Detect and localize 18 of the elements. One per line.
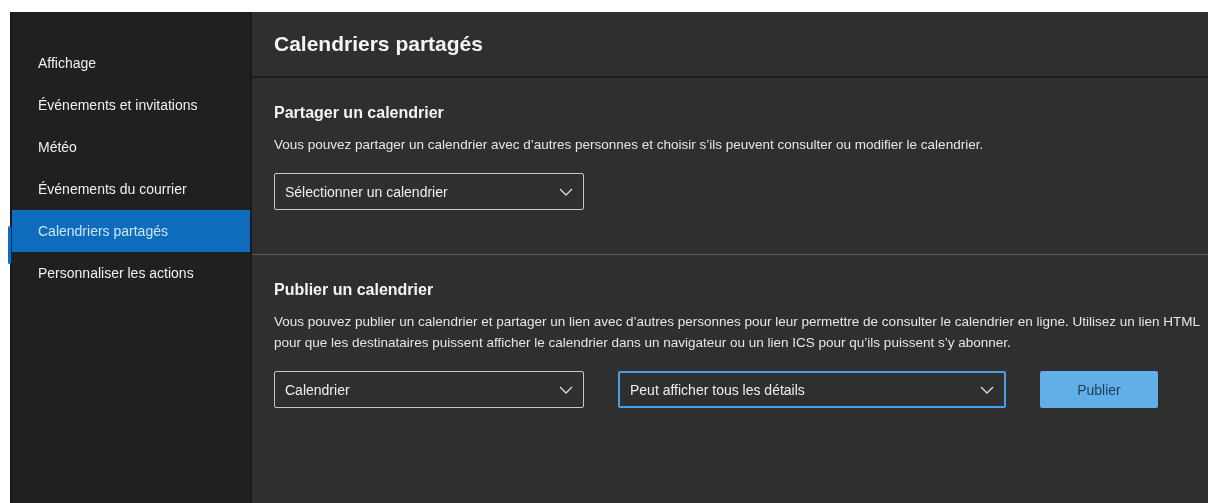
sidebar-item[interactable]: Événements et invitations <box>12 84 250 126</box>
chevron-down-icon <box>980 385 994 394</box>
sidebar-item[interactable]: Événements du courrier <box>12 168 250 210</box>
page-title: Calendriers partagés <box>274 32 483 56</box>
chevron-down-icon <box>559 385 573 394</box>
sidebar-item[interactable]: Affichage <box>12 42 250 84</box>
section-description: Vous pouvez publier un calendrier et partager un lien avec d’autres personnes pour leur permettre de consulter le calendrier en ligne. Utilisez un lien HTML pour que les destinataires puissent afficher le calendrier dans un navigateur ou un lien ICS pour qu’ils puissent s’y abonner. <box>274 313 1201 352</box>
dropdown[interactable]: Sélectionner un calendrier <box>274 173 584 210</box>
dropdown[interactable]: Calendrier <box>274 371 584 408</box>
dropdown[interactable]: Peut afficher tous les détails <box>618 371 1006 408</box>
section-heading: Partager un calendrier <box>274 104 445 122</box>
publish-button[interactable]: Publier <box>1040 371 1158 408</box>
section-heading: Publier un calendrier <box>274 281 435 299</box>
chevron-down-icon <box>559 187 573 196</box>
sidebar-item[interactable]: Personnaliser les actions <box>12 252 250 294</box>
sidebar-item[interactable]: Météo <box>12 126 250 168</box>
selection-indicator <box>8 226 11 264</box>
section-description: Vous pouvez partager un calendrier avec d’autres personnes et choisir s’ils peuvent consulter ou modifier le calendrier. <box>274 136 985 154</box>
